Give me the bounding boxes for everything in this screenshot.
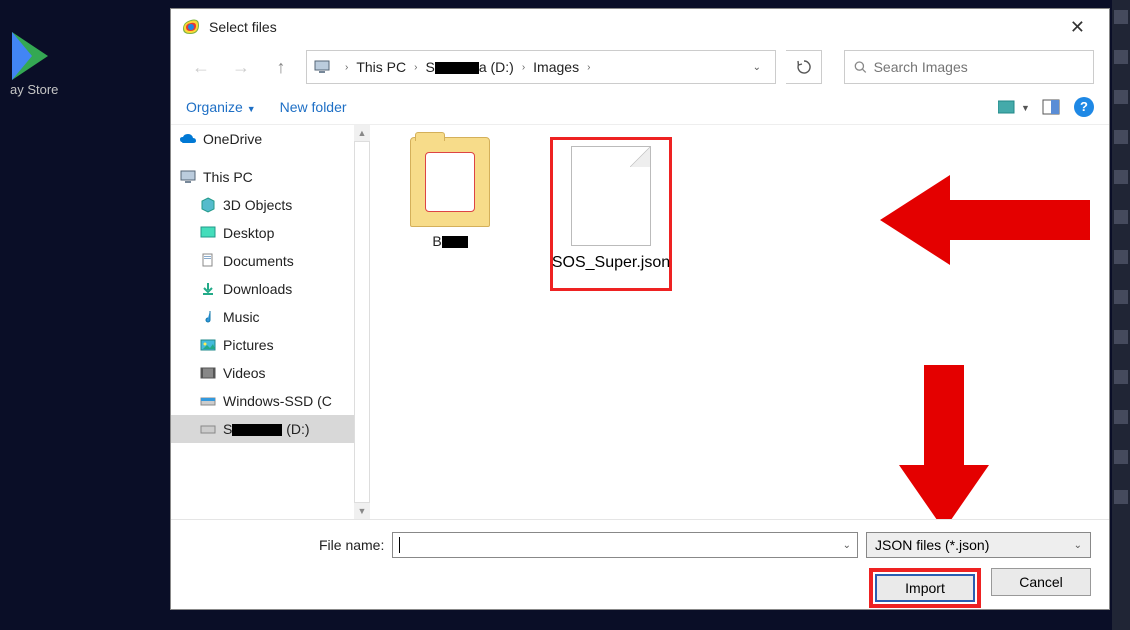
filename-dropdown[interactable]: ⌄ (843, 540, 851, 551)
file-label: SOS_Super.json (552, 254, 670, 272)
up-button[interactable]: ↑ (266, 52, 296, 82)
scroll-thumb[interactable] (354, 141, 370, 503)
filename-input[interactable]: ⌄ (392, 532, 858, 558)
sidebar: OneDrive This PC 3D Objects Desktop Docu… (171, 125, 354, 519)
play-store-icon (10, 30, 58, 82)
rail-icon[interactable] (1114, 210, 1128, 224)
play-store-shortcut[interactable]: ay Store (10, 30, 58, 97)
new-folder-button[interactable]: New folder (280, 99, 347, 115)
breadcrumb-bar[interactable]: › This PC › Sa (D:) › Images › ⌄ (306, 50, 776, 84)
pc-icon (179, 168, 197, 186)
file-icon (571, 146, 651, 246)
filename-label: File name: (319, 537, 384, 553)
import-button[interactable]: Import (875, 574, 975, 602)
bluestacks-icon (181, 17, 201, 37)
sidebar-videos[interactable]: Videos (171, 359, 354, 387)
annotation-arrow-down (889, 365, 999, 519)
breadcrumb-1[interactable]: Sa (D:) (425, 59, 513, 75)
forward-button[interactable]: → (226, 52, 256, 82)
import-highlight: Import (869, 568, 981, 608)
sidebar-thispc[interactable]: This PC (171, 163, 354, 191)
folder-icon (410, 137, 490, 227)
refresh-icon (796, 59, 812, 75)
breadcrumb-sep: › (514, 62, 533, 73)
content-area: OneDrive This PC 3D Objects Desktop Docu… (171, 125, 1109, 519)
folder-item[interactable]: B (390, 137, 510, 249)
videos-icon (199, 364, 217, 382)
pictures-icon (199, 336, 217, 354)
drive-icon (199, 392, 217, 410)
sidebar-downloads[interactable]: Downloads (171, 275, 354, 303)
music-icon (199, 308, 217, 326)
close-button[interactable]: ✕ (1056, 13, 1099, 42)
sidebar-documents[interactable]: Documents (171, 247, 354, 275)
sidebar-desktop[interactable]: Desktop (171, 219, 354, 247)
scroll-up[interactable]: ▲ (354, 125, 370, 141)
breadcrumb-drop[interactable]: ⌄ (745, 62, 769, 73)
breadcrumb-0[interactable]: This PC (356, 59, 406, 75)
breadcrumb-2[interactable]: Images (533, 59, 579, 75)
refresh-button[interactable] (786, 50, 822, 84)
rail-icon[interactable] (1114, 90, 1128, 104)
rail-icon[interactable] (1114, 290, 1128, 304)
file-dialog: Select files ✕ ← → ↑ › This PC › Sa (D:)… (170, 8, 1110, 610)
sidebar-scrollbar[interactable]: ▲ ▼ (354, 125, 370, 519)
rail-icon[interactable] (1114, 370, 1128, 384)
rail-icon[interactable] (1114, 490, 1128, 504)
dialog-footer: File name: ⌄ JSON files (*.json) ⌄ Impor… (171, 519, 1109, 609)
rail-icon[interactable] (1114, 250, 1128, 264)
search-box[interactable] (844, 50, 1094, 84)
drive-d-label: S (D:) (223, 421, 310, 437)
sidebar-onedrive[interactable]: OneDrive (171, 125, 354, 153)
sidebar-music[interactable]: Music (171, 303, 354, 331)
file-list[interactable]: B SOS_Super.json (370, 125, 1109, 519)
scroll-down[interactable]: ▼ (354, 503, 370, 519)
view-button[interactable]: ▼ (998, 98, 1028, 116)
drive-icon (199, 420, 217, 438)
sidebar-windows-ssd[interactable]: Windows-SSD (C (171, 387, 354, 415)
dialog-title: Select files (209, 19, 277, 35)
emulator-rail (1112, 0, 1130, 630)
preview-pane-button[interactable] (1042, 99, 1060, 115)
rail-icon[interactable] (1114, 10, 1128, 24)
rail-icon[interactable] (1114, 330, 1128, 344)
cube-icon (199, 196, 217, 214)
sidebar-3d-objects[interactable]: 3D Objects (171, 191, 354, 219)
breadcrumb-sep: › (406, 62, 425, 73)
help-button[interactable]: ? (1074, 97, 1094, 117)
rail-icon[interactable] (1114, 130, 1128, 144)
folder-label: B (432, 233, 467, 249)
svg-text:▼: ▼ (1021, 103, 1028, 113)
rail-icon[interactable] (1114, 170, 1128, 184)
back-button[interactable]: ← (186, 52, 216, 82)
desktop-icon (199, 224, 217, 242)
filetype-select[interactable]: JSON files (*.json) ⌄ (866, 532, 1091, 558)
sidebar-pictures[interactable]: Pictures (171, 331, 354, 359)
breadcrumb-sep: › (579, 62, 598, 73)
rail-icon[interactable] (1114, 450, 1128, 464)
cancel-button[interactable]: Cancel (991, 568, 1091, 596)
sidebar-drive-d[interactable]: S (D:) (171, 415, 354, 443)
documents-icon (199, 252, 217, 270)
nav-bar: ← → ↑ › This PC › Sa (D:) › Images › ⌄ (171, 45, 1109, 89)
toolbar: Organize ▼ New folder ▼ ? (171, 89, 1109, 125)
organize-menu[interactable]: Organize ▼ (186, 99, 256, 115)
onedrive-icon (179, 130, 197, 148)
annotation-arrow-left (880, 165, 1100, 275)
play-store-label: ay Store (10, 82, 58, 97)
title-bar: Select files ✕ (171, 9, 1109, 45)
breadcrumb-sep: › (337, 62, 356, 73)
pc-icon (313, 58, 331, 76)
rail-icon[interactable] (1114, 50, 1128, 64)
rail-icon[interactable] (1114, 410, 1128, 424)
downloads-icon (199, 280, 217, 298)
search-icon (853, 59, 868, 75)
file-item-json[interactable]: SOS_Super.json (550, 137, 672, 291)
search-input[interactable] (874, 59, 1085, 75)
